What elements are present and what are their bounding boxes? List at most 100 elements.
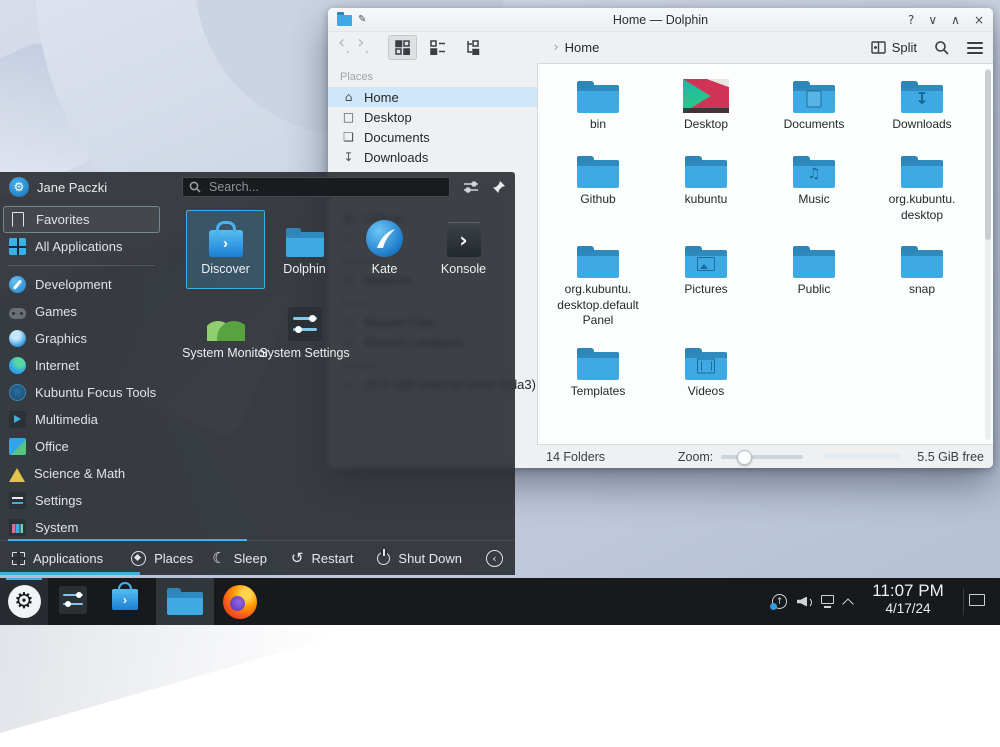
application-launcher: ⚙ Jane Paczki Favorites All Applications… xyxy=(0,172,515,575)
folder-pictures[interactable]: Pictures xyxy=(652,244,760,298)
taskbar-system-settings[interactable] xyxy=(59,586,87,614)
folder-desktop[interactable]: Desktop xyxy=(652,79,760,133)
clock-time: 11:07 PM xyxy=(856,581,960,601)
sidebar-item-games[interactable]: Games xyxy=(0,298,163,325)
download-emblem-icon: ↧ xyxy=(915,91,928,107)
power-icon xyxy=(377,552,390,565)
folder-videos[interactable]: Videos xyxy=(652,346,760,400)
folder-default-panel[interactable]: org.kubuntu. desktop.default Panel xyxy=(544,244,652,329)
sidebar-item-kubuntu-focus-tools[interactable]: Kubuntu Focus Tools xyxy=(0,379,163,406)
sidebar-item-science-math[interactable]: Science & Math xyxy=(0,460,163,487)
folder-icon: ↧ xyxy=(901,81,943,113)
maximize-button[interactable]: ∧ xyxy=(951,8,960,32)
minimize-button[interactable]: ∨ xyxy=(928,8,937,32)
taskbar-discover[interactable]: › xyxy=(112,589,138,610)
details-view-button[interactable] xyxy=(423,35,452,60)
user-avatar[interactable]: ⚙ xyxy=(9,177,29,197)
folder-bin[interactable]: bin xyxy=(544,79,652,133)
folder-kubuntu[interactable]: kubuntu xyxy=(652,154,760,208)
folder-github[interactable]: Github xyxy=(544,154,652,208)
favorite-system-settings[interactable]: System Settings xyxy=(265,294,344,373)
places-header: Places xyxy=(340,71,373,83)
updates-icon: ↑ xyxy=(772,594,787,609)
favorite-discover[interactable]: › Discover xyxy=(186,210,265,289)
place-downloads[interactable]: ↧ Downloads xyxy=(328,147,537,167)
restart-icon: ↺ xyxy=(291,549,304,567)
disk-usage-bar xyxy=(823,454,901,459)
favorite-system-monitor[interactable]: System Monitor xyxy=(186,294,265,373)
folder-downloads[interactable]: ↧ Downloads xyxy=(868,79,976,133)
sidebar-item-internet[interactable]: Internet xyxy=(0,352,163,379)
sidebar-item-development[interactable]: Development xyxy=(0,271,163,298)
taskbar: ⚙ › ↑ 11:07 PM 4/17/24 xyxy=(0,578,1000,625)
image-preview-thumbnail xyxy=(683,79,729,113)
folder-icon xyxy=(793,246,835,278)
sidebar-item-system[interactable]: System xyxy=(0,514,163,541)
folder-icon xyxy=(577,81,619,113)
close-button[interactable]: × xyxy=(974,8,984,32)
pin-icon[interactable] xyxy=(492,180,506,194)
restart-button[interactable]: ↺ Restart xyxy=(291,549,353,567)
sidebar-item-favorites[interactable]: Favorites xyxy=(3,206,160,233)
search-input[interactable] xyxy=(207,179,443,195)
favorite-kate[interactable]: Kate xyxy=(345,210,424,289)
configure-icon[interactable] xyxy=(463,180,479,194)
zoom-slider[interactable] xyxy=(721,455,803,459)
sidebar-divider xyxy=(8,265,155,266)
breadcrumb-location[interactable]: Home xyxy=(565,40,600,55)
sidebar-item-office[interactable]: Office xyxy=(0,433,163,460)
folder-icon xyxy=(577,348,619,380)
menu-icon[interactable] xyxy=(967,42,983,54)
place-home[interactable]: ⌂ Home xyxy=(328,87,537,107)
show-desktop-button[interactable] xyxy=(969,594,985,606)
favorite-konsole[interactable]: › Konsole xyxy=(424,210,503,289)
tray-network[interactable] xyxy=(821,578,837,625)
place-documents[interactable]: ❏ Documents xyxy=(328,127,537,147)
system-monitor-icon xyxy=(207,311,245,341)
folder-org-kubuntu-desktop[interactable]: org.kubuntu. desktop xyxy=(868,154,976,223)
sidebar-item-multimedia[interactable]: Multimedia xyxy=(0,406,163,433)
favorite-dolphin[interactable]: Dolphin xyxy=(265,210,344,289)
sidebar-item-all-applications[interactable]: All Applications xyxy=(0,233,163,260)
office-icon xyxy=(9,438,26,455)
split-button[interactable]: Split xyxy=(871,40,917,55)
folder-templates[interactable]: Templates xyxy=(544,346,652,400)
folder-snap[interactable]: snap xyxy=(868,244,976,298)
scrollbar-thumb[interactable] xyxy=(985,70,991,240)
discover-icon: › xyxy=(209,230,243,257)
tree-view-button[interactable] xyxy=(458,35,487,60)
collapse-chevron-icon[interactable]: ‹ xyxy=(486,550,503,567)
sidebar-item-graphics[interactable]: Graphics xyxy=(0,325,163,352)
taskbar-firefox[interactable] xyxy=(223,585,257,619)
taskbar-dolphin-task[interactable] xyxy=(156,578,214,625)
zoom-slider-handle[interactable] xyxy=(737,450,752,465)
search-icon[interactable] xyxy=(934,40,950,56)
sidebar-item-settings[interactable]: Settings xyxy=(0,487,163,514)
window-pin-icon: ✎ xyxy=(358,14,366,25)
applications-grid-icon xyxy=(12,552,25,565)
help-button[interactable]: ? xyxy=(908,8,914,32)
tab-places[interactable]: Places xyxy=(131,551,193,566)
clock[interactable]: 11:07 PM 4/17/24 xyxy=(856,581,960,617)
dolphin-icon xyxy=(167,588,203,615)
tray-expand[interactable] xyxy=(844,578,852,625)
titlebar[interactable]: ✎ Home — Dolphin ? ∨ ∧ × xyxy=(328,8,993,32)
folder-public[interactable]: Public xyxy=(760,244,868,298)
folder-view[interactable]: bin Desktop Documents ↧ Downloads Github… xyxy=(537,63,993,444)
breadcrumb[interactable]: › Home xyxy=(553,40,599,55)
search-box[interactable] xyxy=(182,177,450,197)
folder-music[interactable]: ♫ Music xyxy=(760,154,868,208)
taskbar-launcher-button[interactable]: ⚙ xyxy=(0,578,48,625)
place-desktop[interactable]: □ Desktop xyxy=(328,107,537,127)
forward-button[interactable]: ›▾ xyxy=(357,33,368,63)
sleep-button[interactable]: ☾ Sleep xyxy=(212,549,267,567)
shutdown-button[interactable]: Shut Down xyxy=(377,551,462,566)
tray-updates[interactable]: ↑ xyxy=(772,578,787,625)
back-button[interactable]: ‹▾ xyxy=(338,33,349,63)
tray-volume[interactable] xyxy=(797,578,814,625)
documents-icon: ❏ xyxy=(341,130,356,144)
icons-view-button[interactable] xyxy=(388,35,417,60)
tab-applications[interactable]: Applications xyxy=(12,551,103,566)
folder-icon xyxy=(685,156,727,188)
folder-documents[interactable]: Documents xyxy=(760,79,868,133)
